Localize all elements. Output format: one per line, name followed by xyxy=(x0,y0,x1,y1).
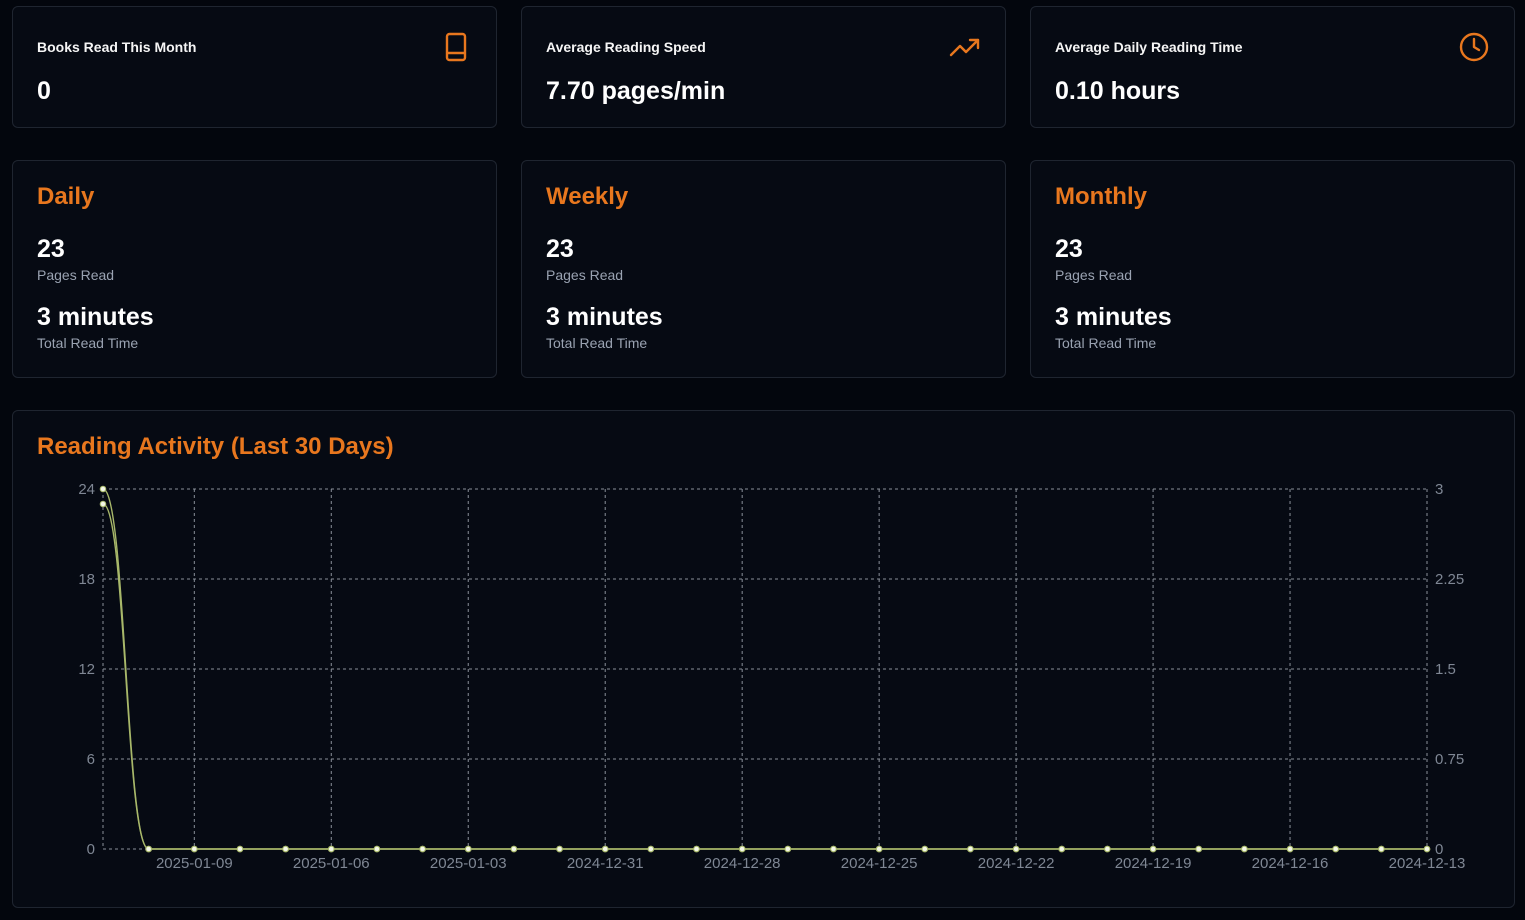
y-left-tick-label: 12 xyxy=(78,661,95,678)
pages-read-label: Pages Read xyxy=(37,267,115,283)
x-tick-label: 2024-12-19 xyxy=(1115,855,1192,872)
data-point xyxy=(738,845,746,853)
y-right-tick-label: 0.75 xyxy=(1435,751,1464,768)
pages-read-label: Pages Read xyxy=(546,267,624,283)
data-point xyxy=(145,845,152,853)
stat-card-daily-time: Average Daily Reading Time 0.10 hours xyxy=(1030,6,1515,128)
period-card-daily: Daily 23 Pages Read 3 minutes Total Read… xyxy=(12,160,497,378)
read-time-value: 3 minutes xyxy=(1055,303,1172,331)
data-point xyxy=(464,845,472,853)
stat-value: 0 xyxy=(37,77,51,105)
x-tick-label: 2024-12-31 xyxy=(567,855,644,872)
y-left-tick-label: 6 xyxy=(87,751,95,768)
stat-card-reading-speed: Average Reading Speed 7.70 pages/min xyxy=(521,6,1006,128)
data-point xyxy=(373,845,381,853)
stat-card-books-read: Books Read This Month 0 xyxy=(12,6,497,128)
series-line xyxy=(102,503,1427,850)
data-point xyxy=(191,845,198,853)
read-time-value: 3 minutes xyxy=(37,303,154,331)
read-time-value: 3 minutes xyxy=(546,303,663,331)
data-point xyxy=(510,845,518,853)
stat-label: Average Reading Speed xyxy=(546,39,706,55)
y-left-tick-label: 18 xyxy=(78,571,95,588)
data-point xyxy=(236,845,244,853)
y-right-tick-label: 2.25 xyxy=(1435,571,1464,588)
stat-label: Books Read This Month xyxy=(37,39,197,55)
x-tick-label: 2024-12-22 xyxy=(978,855,1055,872)
data-point xyxy=(1286,845,1294,853)
data-point xyxy=(647,845,655,853)
data-point xyxy=(99,485,107,493)
data-point xyxy=(875,845,883,853)
data-point xyxy=(830,845,837,853)
x-tick-label: 2024-12-16 xyxy=(1252,855,1329,872)
data-point xyxy=(1423,845,1431,853)
read-time-label: Total Read Time xyxy=(37,335,139,351)
x-tick-label: 2025-01-09 xyxy=(156,855,233,872)
stat-value: 0.10 hours xyxy=(1055,77,1181,105)
x-tick-label: 2025-01-03 xyxy=(430,855,507,872)
x-tick-label: 2024-12-13 xyxy=(1389,855,1466,872)
data-point xyxy=(327,845,335,853)
data-point xyxy=(967,845,974,853)
data-point xyxy=(1241,845,1248,853)
period-card-weekly: Weekly 23 Pages Read 3 minutes Total Rea… xyxy=(521,160,1006,378)
pages-read-label: Pages Read xyxy=(1055,267,1133,283)
data-point xyxy=(601,845,609,853)
data-point xyxy=(556,845,563,853)
clock-icon xyxy=(1459,32,1489,62)
period-title: Monthly xyxy=(1055,183,1147,210)
pages-read-value: 23 xyxy=(1055,235,1083,263)
data-point xyxy=(921,845,929,853)
data-point xyxy=(1195,845,1203,853)
period-title: Weekly xyxy=(546,183,629,210)
stat-value: 7.70 pages/min xyxy=(546,77,726,105)
data-point xyxy=(1149,845,1157,853)
data-point xyxy=(1104,845,1111,853)
reading-activity-chart: 0 06 0.7512 1.518 2.2524 32025-01-09 2025-01-0… xyxy=(78,481,1466,872)
data-point xyxy=(1332,845,1339,853)
x-tick-label: 2024-12-28 xyxy=(704,855,781,872)
data-point xyxy=(784,845,792,853)
data-point xyxy=(282,845,289,853)
period-card-monthly: Monthly 23 Pages Read 3 minutes Total Re… xyxy=(1030,160,1515,378)
trending-up-icon xyxy=(949,38,980,57)
x-tick-label: 2025-01-06 xyxy=(293,855,370,872)
data-point xyxy=(693,845,700,853)
reading-activity-card: Reading Activity (Last 30 Days) 0 0 6 0.75 1… xyxy=(12,410,1515,908)
data-point xyxy=(1012,845,1020,853)
data-point xyxy=(99,500,107,508)
data-point xyxy=(419,845,426,853)
period-title: Daily xyxy=(37,183,95,210)
y-left-tick-label: 24 xyxy=(78,481,95,498)
pages-read-value: 23 xyxy=(546,235,574,263)
read-time-label: Total Read Time xyxy=(546,335,648,351)
y-left-tick-label: 0 xyxy=(87,841,95,858)
y-right-tick-label: 3 xyxy=(1435,481,1443,498)
data-point xyxy=(1378,845,1385,853)
book-icon xyxy=(445,32,467,62)
stat-label: Average Daily Reading Time xyxy=(1055,39,1243,55)
pages-read-value: 23 xyxy=(37,235,65,263)
read-time-label: Total Read Time xyxy=(1055,335,1157,351)
x-tick-label: 2024-12-25 xyxy=(841,855,918,872)
y-right-tick-label: 1.5 xyxy=(1435,661,1456,678)
data-point xyxy=(1058,845,1066,853)
